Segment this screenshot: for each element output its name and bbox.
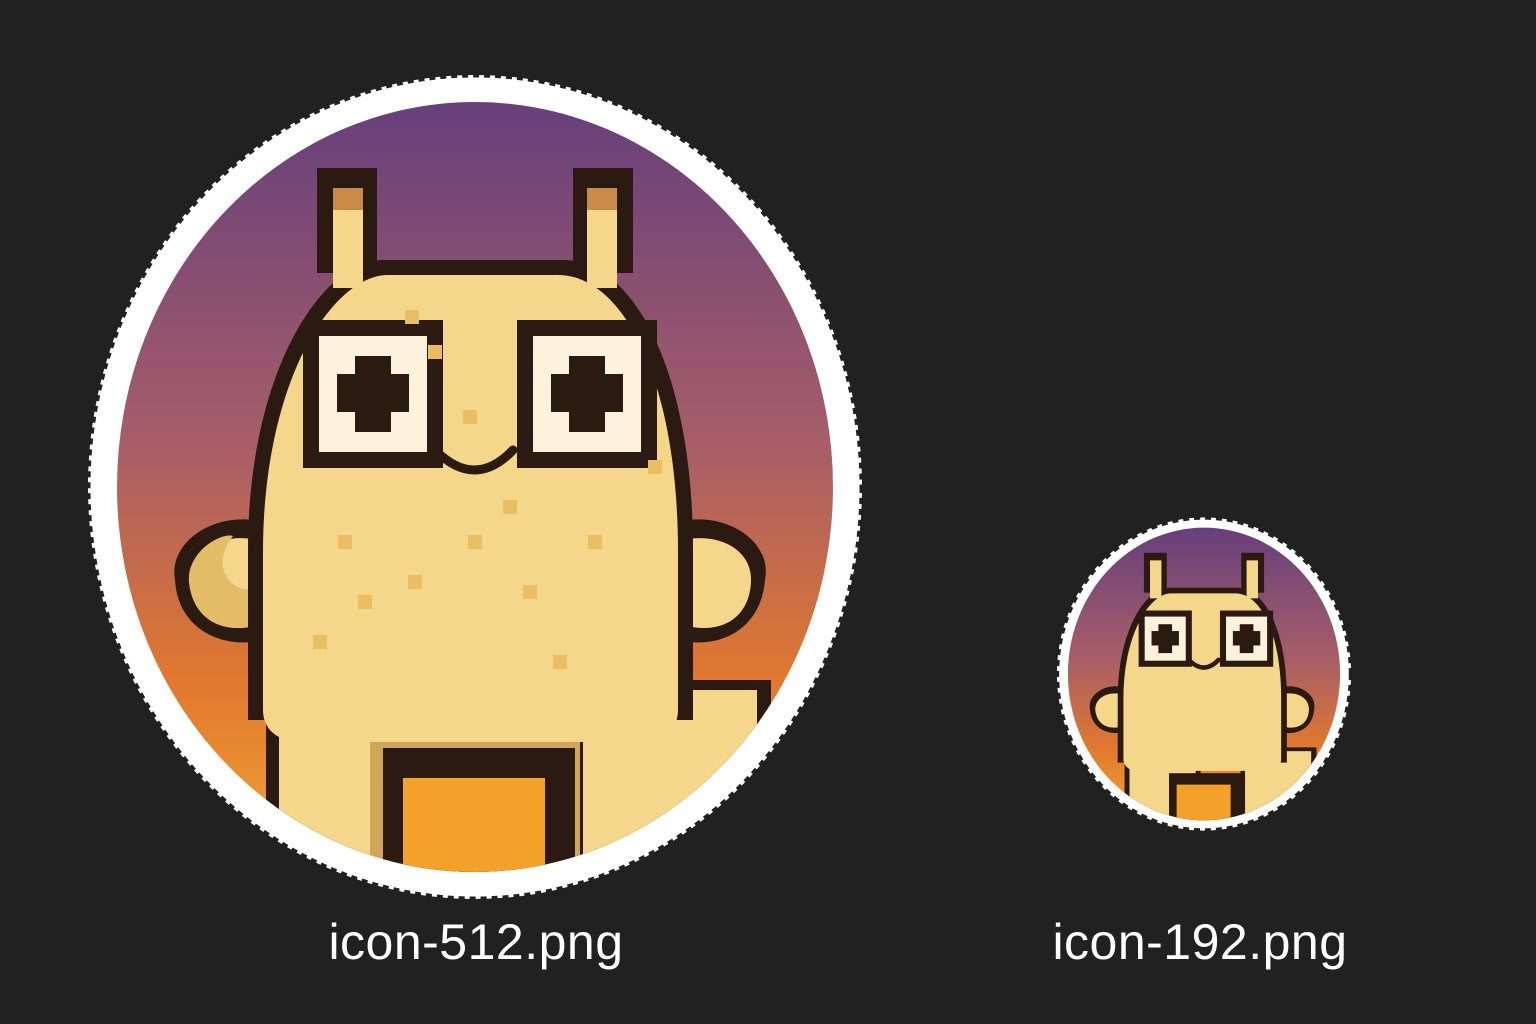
creature-icon — [85, 72, 865, 902]
file-thumbnail-icon-512[interactable] — [83, 70, 867, 904]
file-thumbnail-icon-192[interactable] — [1054, 512, 1354, 836]
filename-label-icon-192[interactable]: icon-192.png — [1000, 912, 1400, 972]
right-eye — [517, 320, 657, 468]
creature-icon-small — [1054, 515, 1354, 833]
file-grid: icon-512.png icon-192.png — [0, 0, 1536, 1024]
left-eye — [303, 320, 443, 468]
filename-label-icon-512[interactable]: icon-512.png — [276, 912, 676, 972]
